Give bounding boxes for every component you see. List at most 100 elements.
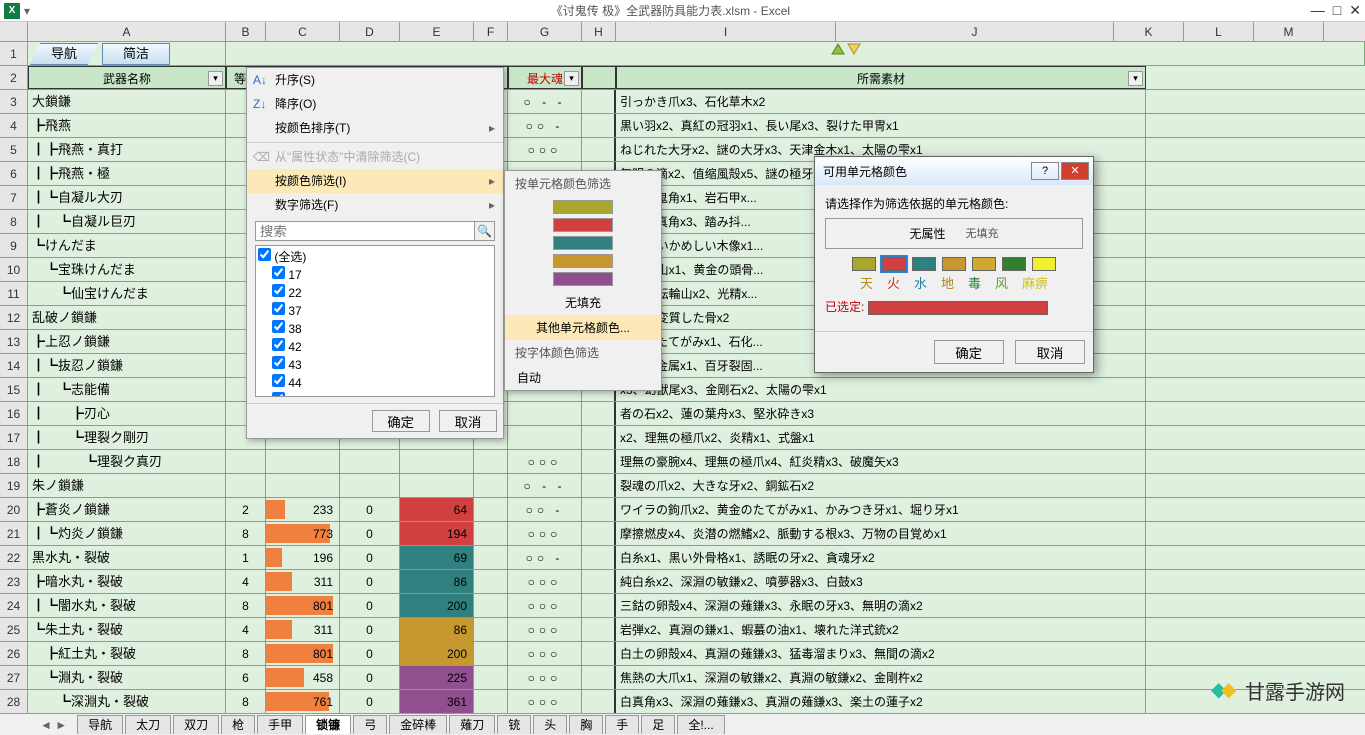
soul-cell[interactable]: ○○ -	[508, 546, 582, 569]
crit-cell[interactable]: 0	[340, 618, 400, 641]
material-cell[interactable]: 三鈷の卵殻x4、深淵の薙鎌x3、永眠の牙x3、無明の滴x2	[616, 594, 1146, 617]
weapon-name-cell[interactable]: ┗深淵丸・裂破	[28, 690, 226, 713]
weapon-name-cell[interactable]: ┣飛燕	[28, 114, 226, 137]
material-cell[interactable]: 摩擦燃皮x4、炎潜の燃鰭x2、脈動する根x3、万物の目覚めx1	[616, 522, 1146, 545]
attack-cell[interactable]: 458	[266, 666, 340, 689]
weapon-name-cell[interactable]: ┃┗抜忍ノ鎖鎌	[28, 354, 226, 377]
dlg-swatch-7[interactable]	[1032, 257, 1056, 271]
sheet-tab[interactable]: 导航	[77, 715, 123, 734]
level-cell[interactable]: 1	[226, 546, 266, 569]
row-header[interactable]: 23	[0, 570, 27, 594]
soul-cell[interactable]: ○○○	[508, 642, 582, 665]
sheet-tab[interactable]: 弓	[353, 715, 387, 734]
dialog-help-button[interactable]: ?	[1031, 162, 1059, 180]
check-item[interactable]: 38	[258, 320, 492, 338]
row-header[interactable]: 21	[0, 522, 27, 546]
level-cell[interactable]: 2	[226, 498, 266, 521]
level-cell[interactable]	[226, 450, 266, 473]
sheet-tab[interactable]: 头	[533, 715, 567, 734]
row-header[interactable]: 2	[0, 66, 27, 90]
soul-cell[interactable]: ○ - -	[508, 90, 582, 113]
crit-cell[interactable]: 0	[340, 570, 400, 593]
check-all[interactable]: (全选)	[258, 248, 492, 266]
row-header[interactable]: 17	[0, 426, 27, 450]
crit-cell[interactable]: 0	[340, 522, 400, 545]
row-header[interactable]: 13	[0, 330, 27, 354]
row-header[interactable]: 4	[0, 114, 27, 138]
minimize-button[interactable]: —	[1311, 2, 1325, 19]
soul-cell[interactable]: ○○ -	[508, 114, 582, 137]
sort-by-color[interactable]: 按颜色排序(T)▸	[247, 116, 503, 140]
swatch-purple[interactable]	[553, 272, 613, 286]
dialog-cancel-button[interactable]: 取消	[1015, 340, 1085, 364]
sheet-tab[interactable]: 双刀	[173, 715, 219, 734]
dlg-swatch-4[interactable]	[942, 257, 966, 271]
row-header[interactable]: 10	[0, 258, 27, 282]
level-cell[interactable]: 8	[226, 690, 266, 713]
filter-dropdown-button[interactable]: ▾	[564, 71, 579, 86]
col-C[interactable]: C	[266, 22, 340, 41]
material-cell[interactable]: 純白糸x2、深淵の敏鎌x2、噴夢器x3、白鼓x3	[616, 570, 1146, 593]
check-item[interactable]: 44	[258, 374, 492, 392]
dlg-swatch-3[interactable]	[912, 257, 936, 271]
soul-cell[interactable]	[508, 402, 582, 425]
sheet-tab[interactable]: 手甲	[257, 715, 303, 734]
weapon-name-cell[interactable]: ┣暗水丸・裂破	[28, 570, 226, 593]
level-cell[interactable]: 8	[226, 522, 266, 545]
row-header[interactable]: 6	[0, 162, 27, 186]
attr-cell[interactable]: 86	[400, 618, 474, 641]
material-cell[interactable]: 白糸x1、黒い外骨格x1、誘眠の牙x2、貪魂牙x2	[616, 546, 1146, 569]
weapon-name-cell[interactable]: ┣上忍ノ鎖鎌	[28, 330, 226, 353]
crit-cell[interactable]	[340, 450, 400, 473]
row-header[interactable]: 8	[0, 210, 27, 234]
soul-cell[interactable]: ○○○	[508, 666, 582, 689]
attr-cell[interactable]: 200	[400, 642, 474, 665]
filter-by-color[interactable]: 按颜色筛选(I)▸	[247, 169, 503, 193]
filter-search-input[interactable]	[255, 221, 475, 241]
sheet-tab[interactable]: 薙刀	[449, 715, 495, 734]
row-header[interactable]: 5	[0, 138, 27, 162]
attack-cell[interactable]: 801	[266, 594, 340, 617]
row-header[interactable]: 28	[0, 690, 27, 714]
row-header[interactable]: 1	[0, 42, 27, 66]
dialog-titlebar[interactable]: 可用单元格颜色 ? ✕	[815, 157, 1093, 185]
attack-cell[interactable]: 311	[266, 570, 340, 593]
weapon-name-cell[interactable]: ┗仙宝けんだま	[28, 282, 226, 305]
dialog-noattr-box[interactable]: 无属性 无填充	[825, 218, 1083, 249]
check-item[interactable]: 43	[258, 356, 492, 374]
search-icon[interactable]: 🔍	[475, 221, 495, 241]
soul-cell[interactable]: ○○○	[508, 138, 582, 161]
soul-cell[interactable]: ○○○	[508, 594, 582, 617]
col-M[interactable]: M	[1254, 22, 1324, 41]
filter-dropdown-button[interactable]: ▾	[208, 71, 223, 86]
row-header[interactable]: 11	[0, 282, 27, 306]
weapon-name-cell[interactable]: 大鎖鎌	[28, 90, 226, 113]
sort-desc[interactable]: Z↓降序(O)	[247, 92, 503, 116]
col-L[interactable]: L	[1184, 22, 1254, 41]
filter-ok-button[interactable]: 确定	[372, 410, 430, 432]
header-cell[interactable]: 武器名称▾	[28, 66, 226, 89]
level-cell[interactable]	[226, 474, 266, 497]
dialog-ok-button[interactable]: 确定	[934, 340, 1004, 364]
crit-cell[interactable]: 0	[340, 546, 400, 569]
material-cell[interactable]: 焦熱の大爪x1、深淵の敏鎌x2、真淵の敏鎌x2、金剛杵x2	[616, 666, 1146, 689]
attack-cell[interactable]: 233	[266, 498, 340, 521]
crit-cell[interactable]: 0	[340, 498, 400, 521]
check-item[interactable]: 42	[258, 338, 492, 356]
attack-cell[interactable]: 761	[266, 690, 340, 713]
check-item[interactable]: 22	[258, 284, 492, 302]
soul-cell[interactable]: ○○○	[508, 450, 582, 473]
filter-values-list[interactable]: (全选) 17 22 37 38 42 43 44 46 47 49 51	[255, 245, 495, 397]
material-cell[interactable]: x2、理無の極爪x2、炎精x1、式盤x1	[616, 426, 1146, 449]
sheet-tab[interactable]: 枪	[221, 715, 255, 734]
row-header[interactable]: 12	[0, 306, 27, 330]
check-item[interactable]: 37	[258, 302, 492, 320]
sheet-tab[interactable]: 全!...	[677, 715, 724, 734]
crit-cell[interactable]	[340, 474, 400, 497]
sheet-tab[interactable]: 足	[641, 715, 675, 734]
check-item[interactable]: 46	[258, 392, 492, 397]
submenu-other-colors[interactable]: 其他单元格颜色...	[505, 315, 661, 340]
col-J[interactable]: J	[836, 22, 1114, 41]
weapon-name-cell[interactable]: ┃ ┗理裂ク真刃	[28, 450, 226, 473]
sheet-tab[interactable]: 太刀	[125, 715, 171, 734]
